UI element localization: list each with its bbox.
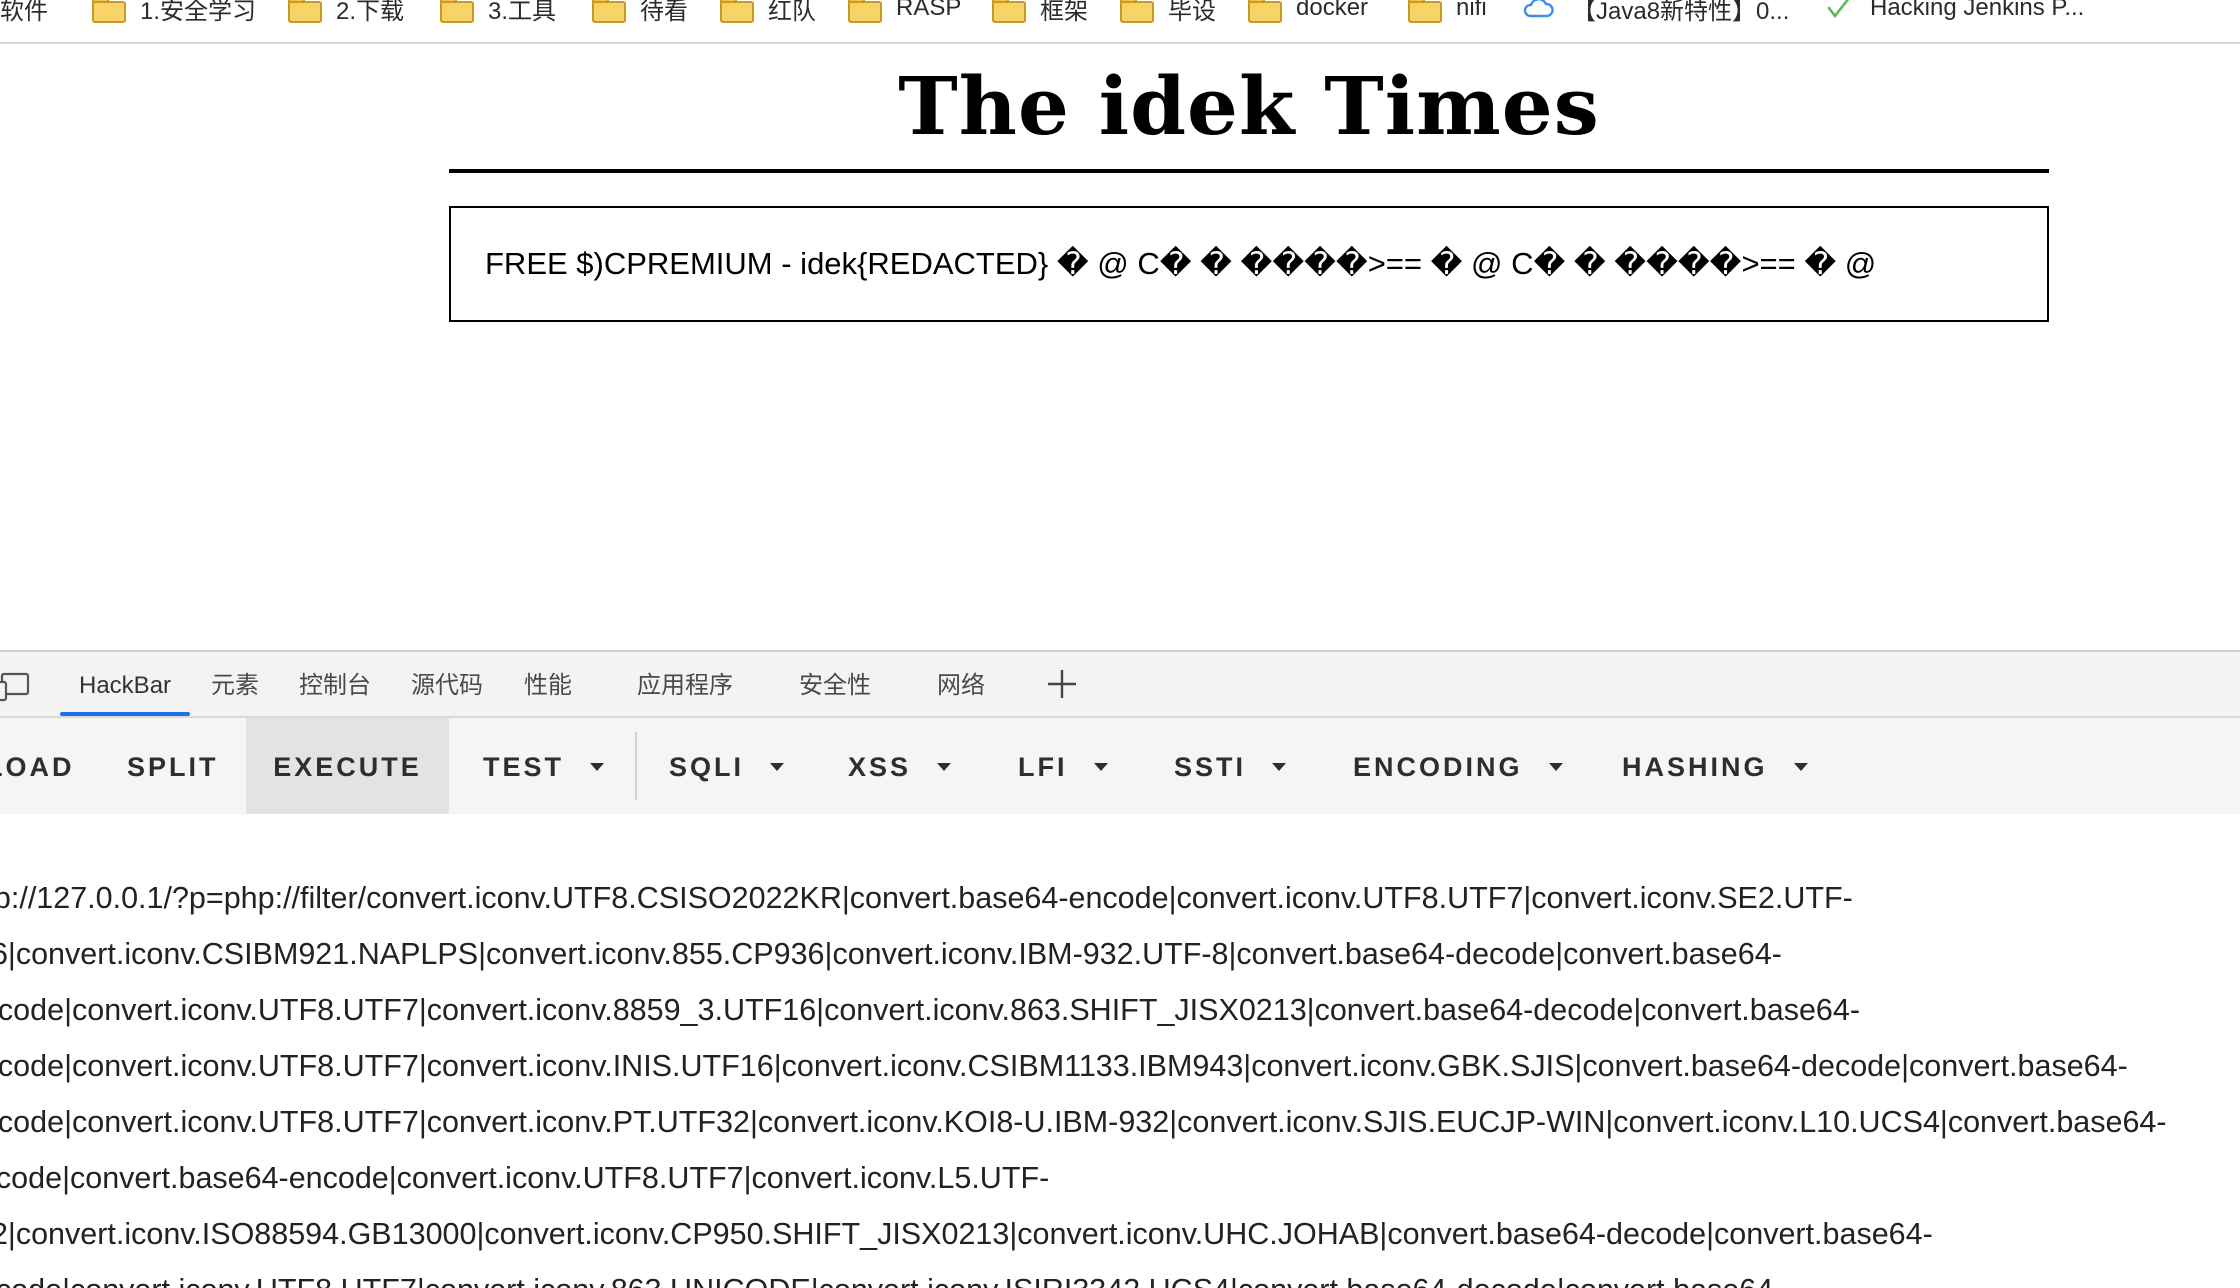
- folder-icon: [592, 0, 626, 23]
- tab-label: 网络: [937, 672, 985, 699]
- toolbar-separator: [635, 732, 637, 800]
- folder-icon: [720, 0, 754, 23]
- bookmark-link[interactable]: Hacking Jenkins P...: [1826, 0, 2084, 22]
- url-line: 32|convert.iconv.ISO88594.GB13000|conver…: [0, 1217, 1933, 1251]
- bookmark-folder[interactable]: docker: [1248, 0, 1369, 23]
- lfi-dropdown-button[interactable]: LFI: [1018, 718, 1108, 814]
- hackbar-toolbar: LOAD SPLIT EXECUTE TEST SQLI XSS LFI SST…: [0, 718, 2240, 814]
- xss-dropdown-button[interactable]: XSS: [848, 718, 952, 814]
- bookmark-label: 1.安全学习: [140, 0, 257, 25]
- tab-performance[interactable]: 性能: [524, 652, 572, 718]
- url-line: 16|convert.iconv.CSIBM921.NAPLPS|convert…: [0, 937, 1782, 971]
- folder-icon: [1120, 0, 1154, 23]
- xss-label: XSS: [848, 752, 912, 782]
- tab-label: 性能: [524, 672, 572, 699]
- bookmark-label: docker: [1296, 0, 1369, 21]
- url-line: encode|convert.iconv.UTF8.UTF7|convert.i…: [0, 1049, 2128, 1083]
- article-box: FREE $)CPREMIUM - idek{REDACTED} � @ C� …: [449, 206, 2049, 322]
- folder-icon: [992, 0, 1026, 23]
- bookmark-folder[interactable]: 1.安全学习: [92, 0, 256, 25]
- folder-icon: [1248, 0, 1282, 23]
- bookmark-folder[interactable]: 框架: [992, 0, 1088, 25]
- tab-network[interactable]: 网络: [937, 652, 985, 718]
- url-textarea[interactable]: http://127.0.0.1/?p=php://filter/convert…: [0, 858, 2240, 1288]
- caret-down-icon: [1093, 762, 1108, 771]
- tab-security[interactable]: 安全性: [799, 652, 871, 718]
- bookmark-folder[interactable]: 0.软件: [0, 0, 48, 25]
- execute-button[interactable]: EXECUTE: [246, 718, 449, 814]
- test-dropdown-button[interactable]: TEST: [483, 718, 605, 814]
- ssti-dropdown-button[interactable]: SSTI: [1174, 718, 1287, 814]
- cloud-icon: [1523, 0, 1554, 18]
- bookmark-label: 2.下载: [336, 0, 405, 25]
- encoding-dropdown-button[interactable]: ENCODING: [1353, 718, 1563, 814]
- devtools-tab-bar: HackBar 元素 控制台 源代码 性能 应用程序 安全性 网络: [0, 652, 2240, 718]
- device-toolbar-icon[interactable]: [0, 672, 32, 702]
- tab-application[interactable]: 应用程序: [637, 652, 733, 718]
- tab-label: 安全性: [799, 672, 871, 699]
- bookmark-label: 0.软件: [0, 0, 49, 25]
- caret-down-icon: [1793, 762, 1808, 771]
- bookmark-link[interactable]: 【Java8新特性】0...: [1522, 0, 1789, 25]
- url-line: encode|convert.iconv.UTF8.UTF7|convert.i…: [0, 1105, 2167, 1139]
- bookmark-folder[interactable]: 红队: [720, 0, 816, 25]
- masthead-divider: [449, 169, 2049, 173]
- bookmark-folder[interactable]: RASP: [848, 0, 962, 23]
- bookmark-folder[interactable]: 毕设: [1120, 0, 1216, 25]
- tab-label: 源代码: [411, 672, 483, 699]
- devtools-panel: HackBar 元素 控制台 源代码 性能 应用程序 安全性 网络 LOAD S…: [0, 650, 2240, 1288]
- folder-icon: [440, 0, 474, 23]
- bookmark-label: nifi: [1456, 0, 1487, 21]
- bookmark-folder[interactable]: 2.下载: [288, 0, 404, 25]
- tab-sources[interactable]: 源代码: [411, 652, 483, 718]
- article-text: FREE $)CPREMIUM - idek{REDACTED} � @ C� …: [485, 246, 1877, 281]
- lfi-label: LFI: [1018, 752, 1068, 782]
- add-tab-icon[interactable]: [1046, 668, 1078, 700]
- tab-label: HackBar: [79, 672, 172, 699]
- split-button[interactable]: SPLIT: [127, 718, 219, 814]
- tab-elements[interactable]: 元素: [211, 652, 259, 718]
- tab-label: 应用程序: [637, 672, 733, 699]
- caret-down-icon: [590, 762, 605, 771]
- bookmark-label: 毕设: [1168, 0, 1216, 25]
- bookmark-label: RASP: [896, 0, 962, 21]
- load-button[interactable]: LOAD: [0, 718, 75, 814]
- ssti-label: SSTI: [1174, 752, 1247, 782]
- url-line: encode|convert.iconv.UTF8.UTF7|convert.i…: [0, 993, 1861, 1027]
- sqli-label: SQLI: [669, 752, 745, 782]
- page-masthead: The idek Times: [898, 59, 1600, 153]
- caret-down-icon: [1272, 762, 1287, 771]
- caret-down-icon: [1548, 762, 1563, 771]
- folder-icon: [848, 0, 882, 23]
- bookmark-label: Hacking Jenkins P...: [1870, 0, 2085, 21]
- hashing-dropdown-button[interactable]: HASHING: [1622, 718, 1808, 814]
- url-line: decode|convert.base64-encode|convert.ico…: [0, 1161, 1050, 1195]
- bookmark-label: 待看: [640, 0, 688, 25]
- folder-icon: [92, 0, 126, 23]
- tab-label: 元素: [211, 672, 259, 699]
- bookmarks-bar: 0.软件 1.安全学习 2.下载 3.工具 待看 红队 RASP 框架 毕设 d…: [0, 0, 2240, 44]
- tab-label: 控制台: [299, 672, 371, 699]
- bookmark-label: 框架: [1040, 0, 1088, 25]
- caret-down-icon: [937, 762, 952, 771]
- bookmark-label: 【Java8新特性】0...: [1572, 0, 1790, 25]
- check-icon: [1827, 0, 1850, 19]
- bookmark-folder[interactable]: 3.工具: [440, 0, 556, 25]
- bookmark-label: 3.工具: [488, 0, 557, 25]
- bookmark-label: 红队: [768, 0, 816, 25]
- encoding-label: ENCODING: [1353, 752, 1523, 782]
- active-tab-indicator: [60, 712, 191, 716]
- folder-icon: [288, 0, 322, 23]
- folder-icon: [1408, 0, 1442, 23]
- bookmark-folder[interactable]: nifi: [1408, 0, 1487, 23]
- test-label: TEST: [483, 752, 565, 782]
- caret-down-icon: [770, 762, 785, 771]
- bookmark-folder[interactable]: 待看: [592, 0, 688, 25]
- hashing-label: HASHING: [1622, 752, 1768, 782]
- tab-console[interactable]: 控制台: [299, 652, 371, 718]
- sqli-dropdown-button[interactable]: SQLI: [669, 718, 785, 814]
- url-line: http://127.0.0.1/?p=php://filter/convert…: [0, 881, 1853, 915]
- url-line: encode|convert.iconv.UTF8.UTF7|convert.i…: [0, 1272, 1783, 1288]
- tab-hackbar[interactable]: HackBar: [60, 652, 191, 718]
